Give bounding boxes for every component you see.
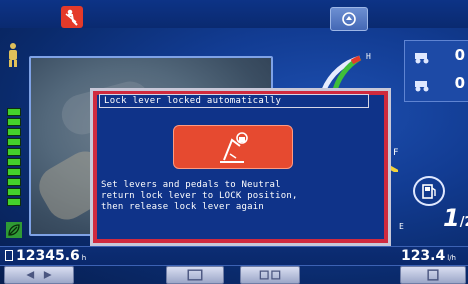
dialog-message: Set levers and pedals to Neutral return … [101,180,298,212]
f2-icon [187,269,203,281]
level-segment [7,128,21,136]
function-key-3[interactable] [240,266,300,284]
counter-value-1: 0 [454,46,465,64]
right-counter-panel: 0 0 [404,40,468,102]
fuel-rate: 123.4 l/h [401,248,456,264]
tractor-icon [415,53,429,64]
dialog-title: Lock lever locked automatically [99,94,369,108]
fuel-rate-unit: l/h [447,254,456,262]
gauge-label-h: H [366,52,371,61]
hour-meter-value: 12345.6 [16,248,80,264]
level-segment [7,138,21,146]
level-segment [7,178,21,186]
level-segment [7,158,21,166]
level-segment [7,168,21,176]
gauge-label-e: E [399,222,404,231]
function-key-4[interactable] [400,266,466,284]
function-key-2[interactable] [166,266,224,284]
speed-step-main: 1 [443,204,460,232]
f4-icon [427,269,439,281]
hourglass-icon [5,250,13,261]
counter-row-2: 0 [405,71,468,97]
speed-step-sub: /2 [459,215,468,230]
f3-icon [259,270,281,280]
speed-step-indicator: 1/2 [443,204,468,232]
operator-icon [9,43,17,67]
counter-value-2: 0 [454,74,465,92]
left-indicator-column [0,30,28,240]
hour-meter-unit: h [81,254,87,262]
hour-meter: 12345.6 h [5,248,86,264]
seatbelt-alert-icon [61,6,83,28]
monitor-screen: H F E 0 0 1/2 12345 [0,0,468,284]
gauge-label-f: F [393,148,399,158]
level-segment [7,188,21,196]
counter-row-1: 0 [405,43,468,69]
fuel-pump-icon [413,176,445,206]
level-segment [7,118,21,126]
camera-button[interactable] [330,7,368,31]
function-key-1[interactable] [4,266,74,284]
camera-icon [342,12,356,26]
level-segment [7,108,21,116]
fuel-rate-value: 123.4 [400,248,446,264]
top-bar [0,0,468,31]
level-segment [7,148,21,156]
lever-lock-icon [173,125,293,169]
eco-leaf-icon [6,222,22,238]
f1-icon [26,271,52,279]
level-segment [7,198,21,206]
lock-lever-dialog: Lock lever locked automatically Set leve… [90,88,391,246]
status-row: 12345.6 h 123.4 l/h [0,246,468,266]
level-bar [7,108,21,214]
tractor-icon [415,81,429,92]
